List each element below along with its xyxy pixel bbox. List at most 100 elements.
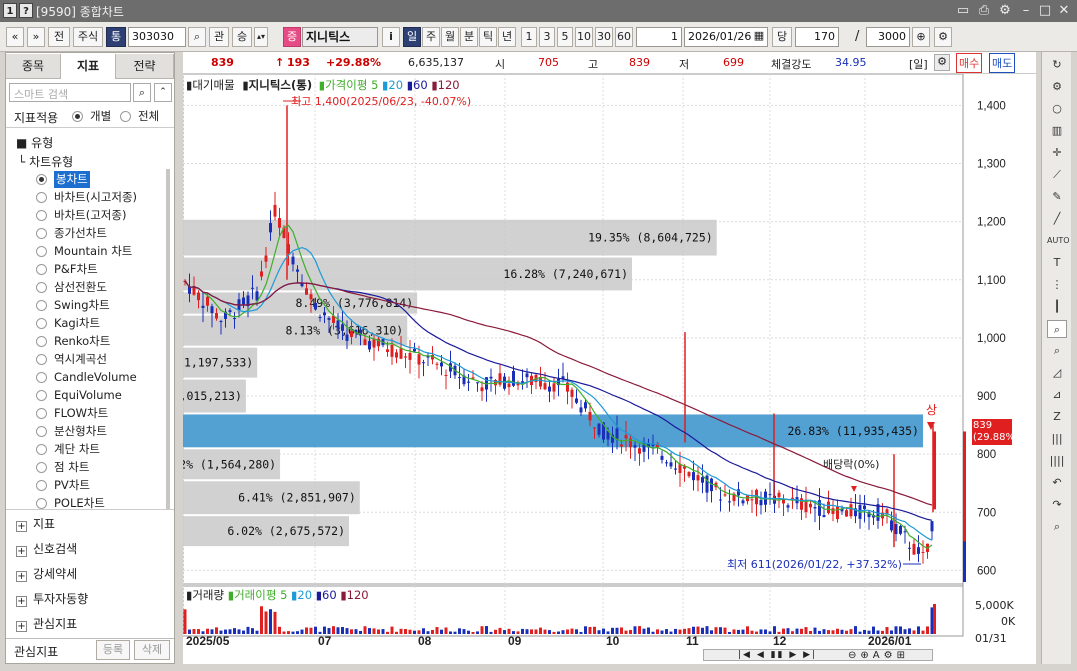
interval-button[interactable]: 1	[521, 27, 537, 47]
bar-chart-icon[interactable]: ▥	[1047, 122, 1067, 140]
chart-type-option[interactable]: CandleVolume	[36, 369, 164, 386]
interval-button[interactable]: 3	[539, 27, 555, 47]
trendline-icon[interactable]: ⟋	[1047, 166, 1067, 184]
chart-type-option[interactable]: 바차트(시고저종)	[36, 189, 164, 206]
auto-line-icon[interactable]: AUTO	[1047, 232, 1070, 250]
info-button[interactable]: i	[382, 27, 400, 47]
search-icon[interactable]: ⌕	[133, 83, 151, 102]
refresh-icon[interactable]: ↻	[1047, 56, 1067, 74]
magnifier-icon[interactable]: ⌕	[1047, 342, 1067, 360]
tab-indicators[interactable]: 지표	[61, 54, 116, 79]
chart-type-option[interactable]: 삼선전환도	[36, 279, 164, 296]
total-input[interactable]: 3000	[866, 27, 910, 47]
quote-settings-icon[interactable]: ⚙	[934, 54, 950, 71]
chart-type-option[interactable]: EquiVolume	[36, 387, 164, 404]
tab-strategy[interactable]: 전략	[116, 54, 174, 79]
redo-icon[interactable]: ↷	[1047, 496, 1067, 514]
area-icon[interactable]: ◿	[1047, 364, 1067, 382]
toolbar-settings-icon[interactable]: ⚙	[934, 27, 952, 47]
category-type[interactable]: ■ 유형	[16, 134, 53, 151]
search-tool-icon[interactable]: ⌕	[1047, 518, 1067, 536]
indicator-group[interactable]: + 지표	[16, 515, 55, 533]
chart-type-option[interactable]: P&F차트	[36, 261, 164, 278]
tab-stocks[interactable]: 종목	[6, 54, 61, 79]
market-button[interactable]: 주식	[73, 27, 103, 47]
chart-type-option[interactable]: 점 차트	[36, 459, 164, 476]
chart-type-option[interactable]: Kagi차트	[36, 315, 164, 332]
buy-button[interactable]: 매수	[956, 53, 983, 73]
maximize-icon[interactable]: □	[1036, 2, 1054, 20]
seung-button[interactable]: 승	[232, 27, 252, 47]
gwan-button[interactable]: 관	[209, 27, 229, 47]
undo-icon[interactable]: ↶	[1047, 474, 1067, 492]
chart-type-option[interactable]: PV차트	[36, 477, 164, 494]
stock-name-field[interactable]: 지니틱스	[302, 27, 378, 47]
dang-button[interactable]: 당	[772, 27, 792, 47]
print-icon[interactable]: ⎙	[975, 2, 993, 20]
chart-type-option[interactable]: Mountain 차트	[36, 243, 164, 260]
period-button[interactable]: 주	[422, 27, 440, 47]
minimize-icon[interactable]: –	[1017, 2, 1035, 20]
chart-type-option[interactable]: 봉차트	[36, 171, 164, 188]
sell-button[interactable]: 매도	[989, 53, 1016, 73]
chart-type-option[interactable]: 분산형차트	[36, 423, 164, 440]
gear-icon[interactable]: ⚙	[1047, 78, 1067, 96]
search-icon[interactable]: ⌕	[188, 27, 206, 47]
chart-type-option[interactable]: Renko차트	[36, 333, 164, 350]
delete-button[interactable]: 삭제	[134, 640, 170, 660]
chart-type-option[interactable]: Swing차트	[36, 297, 164, 314]
crosshair-icon[interactable]: ✛	[1047, 144, 1067, 162]
smart-search-input[interactable]: 스마트 검색	[9, 83, 131, 102]
zoom-in-icon[interactable]: ⊕	[912, 27, 930, 47]
circle-icon[interactable]: ○	[1047, 100, 1067, 118]
bars-icon[interactable]: |||	[1047, 430, 1067, 448]
line-icon[interactable]: ╱	[1047, 210, 1067, 228]
subcategory-chart-type[interactable]: └ 차트유형	[18, 153, 73, 170]
period-button[interactable]: 월	[441, 27, 459, 47]
stepper-icon[interactable]: ▴▾	[254, 27, 268, 47]
chart-type-option[interactable]: FLOW차트	[36, 405, 164, 422]
period-button[interactable]: 분	[460, 27, 478, 47]
jeon-button[interactable]: 전	[48, 27, 70, 47]
nav-prev-button[interactable]: «	[6, 27, 24, 47]
period-button[interactable]: 틱	[479, 27, 497, 47]
nav-down-button[interactable]: »	[27, 27, 45, 47]
fibonacci-icon[interactable]: ⋮	[1047, 276, 1067, 294]
zigzag-icon[interactable]: Z	[1047, 408, 1067, 426]
chart-type-option[interactable]: 역시계곡선	[36, 351, 164, 368]
interval-button[interactable]: 30	[595, 27, 613, 47]
price-chart[interactable]: 2025/05 07 08 09 10 11 12 2026/01 1,400 1,300 1,20…	[124, 73, 1036, 664]
playback-controls[interactable]: |◀ ◀ ▮▮ ▶ ▶|	[738, 650, 817, 660]
market-tag-button[interactable]: 통	[106, 27, 126, 47]
help-button[interactable]: ?	[19, 3, 33, 18]
interval-button[interactable]: 5	[557, 27, 573, 47]
window-number-button[interactable]: 1	[3, 3, 17, 18]
register-button[interactable]: 등록	[96, 640, 130, 660]
collapse-icon[interactable]: ⌃	[154, 83, 172, 102]
pencil-icon[interactable]: ✎	[1047, 188, 1067, 206]
calendar-icon[interactable]: ▦	[751, 27, 767, 47]
grid-bars-icon[interactable]: ||||	[1047, 452, 1067, 470]
period-button[interactable]: 년	[498, 27, 516, 47]
text-tool-icon[interactable]: T	[1047, 254, 1067, 272]
indicator-group[interactable]: + 신호검색	[16, 540, 77, 558]
chart-type-option[interactable]: 계단 차트	[36, 441, 164, 458]
stock-code-input[interactable]: 303030	[128, 27, 186, 47]
settings-icon[interactable]: ⚙	[996, 2, 1014, 20]
interval-spinner[interactable]: 1	[636, 27, 682, 47]
interval-button[interactable]: 10	[575, 27, 593, 47]
interval-button[interactable]: 60	[615, 27, 633, 47]
chart-area[interactable]: 2025/05 07 08 09 10 11 12 2026/01 1,400 1,300 1,20…	[124, 73, 1036, 664]
zoom-tool-icon[interactable]: ⌕	[1047, 320, 1067, 338]
measure-icon[interactable]: ⊿	[1047, 386, 1067, 404]
radio-individual[interactable]: 개별	[72, 108, 122, 125]
chart-type-option[interactable]: 바차트(고저종)	[36, 207, 164, 224]
count-input[interactable]: 170	[795, 27, 839, 47]
radio-all[interactable]: 전체	[120, 108, 170, 125]
indicator-group[interactable]: + 강세약세	[16, 565, 77, 583]
close-icon[interactable]: ✕	[1055, 2, 1073, 20]
period-button[interactable]: 일	[403, 27, 421, 47]
candle-icon[interactable]: ┃	[1047, 298, 1067, 316]
list-scrollbar[interactable]	[166, 169, 170, 509]
zoom-controls[interactable]: ⊖⊕A⚙⊞	[848, 650, 909, 661]
